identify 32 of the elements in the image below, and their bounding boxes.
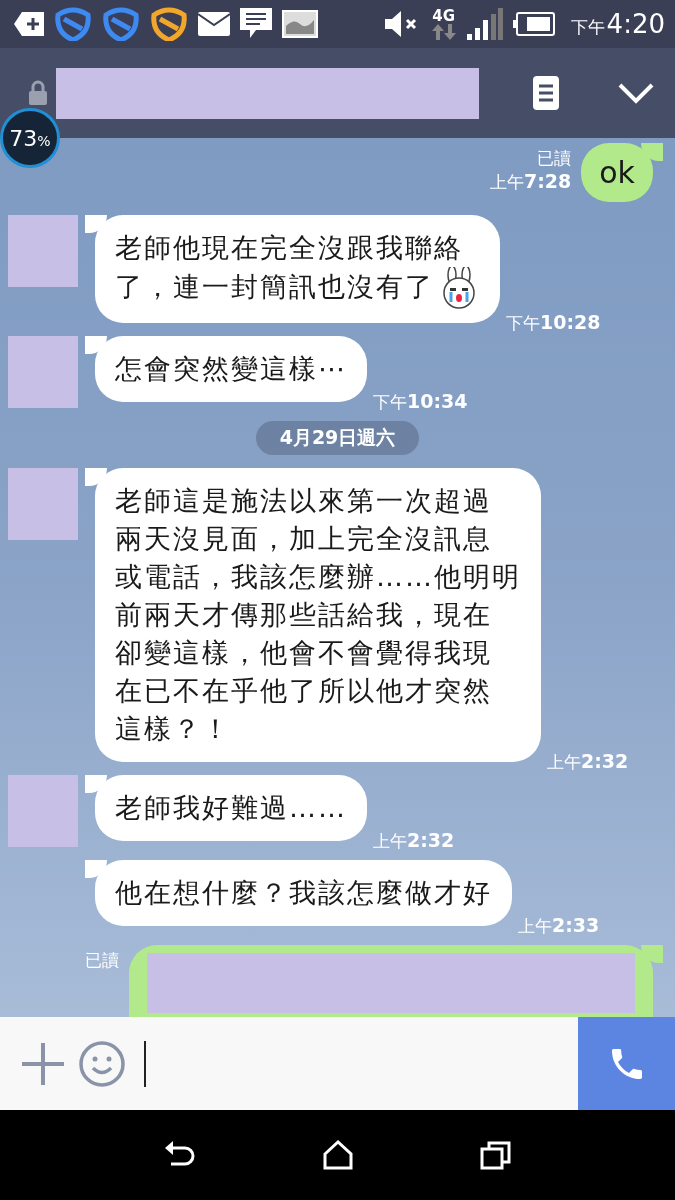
envelope-icon [198,12,230,36]
date-separator: 4月29日週六 [255,421,420,455]
message-time: 上午2:33 [518,914,600,938]
message-time: 下午10:34 [373,390,468,414]
clock-period: 下午 [570,16,605,39]
message-icon [240,8,272,40]
memory-value: 73 [9,125,38,151]
signal-icon [466,8,503,40]
data-arrows-icon [430,23,457,40]
clock-time: 4:20 [606,9,665,39]
notes-button[interactable] [533,76,559,110]
tag-plus-icon [14,12,44,36]
memory-unit: % [37,133,51,149]
emoji-button[interactable] [78,1039,126,1088]
read-receipt: 已讀 [537,147,572,170]
recents-button[interactable] [479,1140,512,1170]
add-button[interactable] [20,1040,66,1087]
message-time: 上午2:32 [547,750,629,774]
collapse-button[interactable] [617,81,655,105]
read-receipt: 已讀 [85,949,119,972]
image-icon [282,10,318,38]
call-button[interactable] [578,1017,675,1110]
battery-icon [512,12,555,36]
shield-icon [150,7,188,41]
shield-icon [54,7,92,41]
message-time: 上午7:28 [490,170,572,194]
home-button[interactable] [323,1140,354,1170]
message-time: 上午2:32 [373,829,455,853]
lock-icon [28,80,48,106]
shield-icon [102,7,140,41]
message-time: 下午10:28 [506,311,601,335]
network-type: 4G [432,8,455,24]
